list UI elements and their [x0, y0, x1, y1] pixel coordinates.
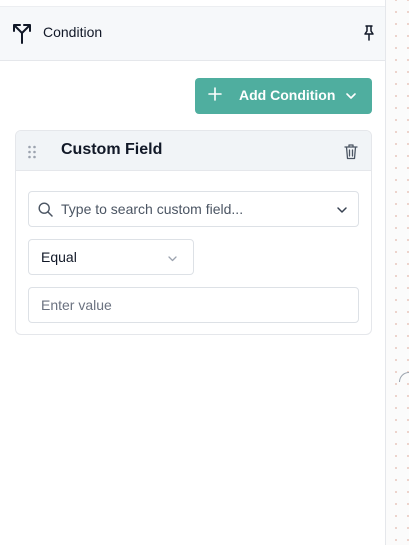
add-condition-label: Add Condition [239, 87, 336, 103]
add-condition-button[interactable]: Add Condition [195, 78, 372, 114]
trash-icon[interactable] [343, 143, 359, 160]
card-title: Custom Field [61, 141, 163, 158]
panel-title: Condition [43, 24, 103, 40]
operator-value: Equal [41, 249, 77, 265]
condition-panel: Condition Add Condition Custom Field Typ… [0, 0, 386, 545]
drag-handle-icon[interactable] [27, 144, 37, 160]
search-placeholder: Type to search custom field... [61, 201, 244, 217]
search-icon [38, 202, 53, 217]
chevron-down-icon [337, 207, 347, 213]
value-field[interactable] [28, 287, 359, 323]
branch-split-icon [13, 24, 31, 44]
value-input[interactable] [29, 288, 358, 322]
panel-header: Condition [0, 6, 385, 61]
chevron-down-icon[interactable] [345, 90, 357, 102]
custom-field-search[interactable]: Type to search custom field... [28, 191, 359, 227]
pin-icon[interactable] [360, 24, 378, 42]
plus-icon [208, 87, 222, 101]
workflow-canvas [386, 0, 409, 545]
operator-select[interactable]: Equal [28, 239, 194, 275]
card-header: Custom Field [16, 131, 371, 171]
condition-card: Custom Field Type to search custom field… [15, 130, 372, 335]
chevron-down-icon [168, 256, 177, 262]
